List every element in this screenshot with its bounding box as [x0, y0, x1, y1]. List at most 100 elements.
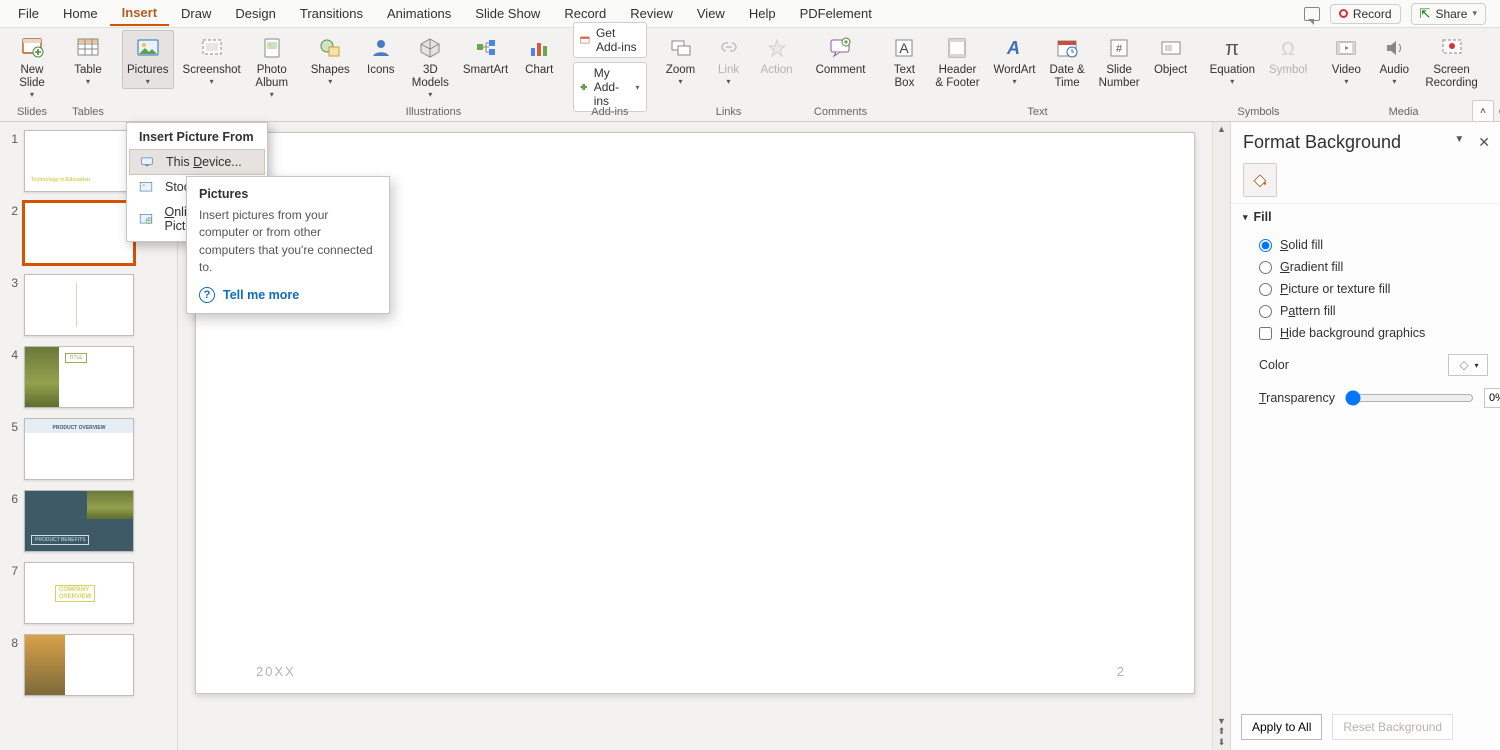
group-illustrations: Shapes▾ Icons 3D Models▾ SmartArt Chart …	[300, 28, 567, 121]
thumbnail-7[interactable]: 7COMPANYOVERVIEW	[4, 562, 173, 624]
tell-me-more-link[interactable]: ? Tell me more	[199, 287, 377, 303]
textbox-button[interactable]: AText Box	[882, 30, 926, 93]
cameo-button[interactable]: Cameo▾	[1495, 30, 1500, 89]
scroll-down-icon[interactable]: ▼	[1217, 716, 1226, 726]
gradient-fill-radio[interactable]: Gradient fill	[1259, 256, 1494, 278]
next-slide-icon[interactable]: ⬇	[1218, 737, 1226, 748]
tab-draw[interactable]: Draw	[169, 2, 223, 25]
svg-text:Ω: Ω	[1281, 39, 1294, 59]
new-slide-icon	[18, 35, 46, 61]
slide-number-icon: #	[1105, 35, 1133, 61]
equation-button[interactable]: πEquation▾	[1205, 30, 1260, 89]
header-footer-icon	[943, 35, 971, 61]
thumbnail-3[interactable]: 3	[4, 274, 173, 336]
tab-view[interactable]: View	[685, 2, 737, 25]
apply-all-button[interactable]: Apply to All	[1241, 714, 1322, 740]
pane-close-icon[interactable]: ✕	[1478, 134, 1490, 151]
comments-icon[interactable]	[1304, 7, 1320, 21]
new-slide-button[interactable]: New Slide▾	[10, 30, 54, 103]
datetime-icon	[1053, 35, 1081, 61]
tab-design[interactable]: Design	[223, 2, 287, 25]
group-slides: New Slide▾ Slides	[4, 28, 60, 121]
object-button[interactable]: Object	[1149, 30, 1193, 80]
tab-animations[interactable]: Animations	[375, 2, 463, 25]
device-icon	[138, 154, 156, 170]
datetime-button[interactable]: Date & Time	[1045, 30, 1090, 93]
thumbnail-8[interactable]: 8	[4, 634, 173, 696]
hide-bg-checkbox[interactable]: Hide background graphics	[1259, 322, 1494, 344]
screenshot-icon	[198, 35, 226, 61]
svg-text:A: A	[1006, 38, 1020, 58]
canvas-scrollbar[interactable]: ▲ ▼ ⬆ ⬇	[1212, 122, 1230, 750]
ribbon: New Slide▾ Slides Table▾ Tables Pictures…	[0, 28, 1500, 122]
transparency-slider[interactable]	[1345, 390, 1474, 406]
action-button[interactable]: Action	[755, 30, 799, 80]
shapes-button[interactable]: Shapes▾	[306, 30, 355, 89]
tab-pdfelement[interactable]: PDFelement	[788, 2, 884, 25]
slide-number-button[interactable]: #Slide Number	[1094, 30, 1145, 93]
tab-insert[interactable]: Insert	[110, 1, 169, 26]
photo-album-icon	[258, 35, 286, 61]
record-button[interactable]: Record	[1330, 4, 1401, 24]
tab-slideshow[interactable]: Slide Show	[463, 2, 552, 25]
solid-fill-radio[interactable]: Solid fill	[1259, 234, 1494, 256]
screen-recording-button[interactable]: Screen Recording	[1420, 30, 1482, 93]
pane-options-icon[interactable]: ▼	[1454, 134, 1464, 151]
get-addins-button[interactable]: Get Add-ins	[573, 22, 646, 58]
table-button[interactable]: Table▾	[66, 30, 110, 89]
pattern-fill-radio[interactable]: Pattern fill	[1259, 300, 1494, 322]
group-slides-label: Slides	[17, 104, 47, 120]
tab-transitions[interactable]: Transitions	[288, 2, 375, 25]
video-icon	[1332, 35, 1360, 61]
group-illustrations-label: Illustrations	[406, 104, 462, 120]
fill-tool-icon[interactable]	[1243, 163, 1277, 197]
comment-button[interactable]: Comment	[811, 30, 871, 80]
pane-title: Format Background	[1243, 132, 1401, 153]
fill-section-toggle[interactable]: ▾Fill	[1231, 203, 1500, 230]
link-button[interactable]: Link▾	[707, 30, 751, 89]
group-media-label: Media	[1389, 104, 1419, 120]
icons-button[interactable]: Icons	[359, 30, 403, 80]
scroll-up-icon[interactable]: ▲	[1217, 124, 1226, 134]
share-button[interactable]: ⇱Share▾	[1411, 3, 1486, 25]
color-picker-button[interactable]: ▾	[1448, 354, 1488, 376]
group-comments: Comment Comments	[805, 28, 877, 121]
photo-album-button[interactable]: Photo Album▾	[250, 30, 294, 103]
color-label: Color	[1259, 358, 1289, 372]
tab-file[interactable]: File	[6, 2, 51, 25]
screenshot-button[interactable]: Screenshot▾	[178, 30, 246, 89]
wordart-button[interactable]: AWordArt▾	[989, 30, 1041, 89]
header-footer-button[interactable]: Header & Footer	[930, 30, 984, 93]
this-device-item[interactable]: This Device...	[129, 149, 265, 175]
video-button[interactable]: Video▾	[1324, 30, 1368, 89]
group-addins: Get Add-ins My Add-ins▾ Add-ins	[567, 28, 652, 121]
prev-slide-icon[interactable]: ⬆	[1218, 726, 1226, 737]
pictures-button[interactable]: Pictures▾	[122, 30, 174, 89]
group-tables-label: Tables	[72, 104, 104, 120]
audio-button[interactable]: Audio▾	[1372, 30, 1416, 89]
zoom-button[interactable]: Zoom▾	[659, 30, 703, 89]
chart-button[interactable]: Chart	[517, 30, 561, 80]
thumbnail-6[interactable]: 6PRODUCT BENEFITS	[4, 490, 173, 552]
thumbnail-5[interactable]: 5PRODUCT OVERVIEW	[4, 418, 173, 480]
tab-help[interactable]: Help	[737, 2, 788, 25]
tab-home[interactable]: Home	[51, 2, 110, 25]
svg-text:#: #	[1116, 43, 1123, 55]
table-icon	[74, 35, 102, 61]
transparency-input[interactable]	[1484, 388, 1500, 408]
slide-footer-right: 2	[1117, 664, 1124, 679]
fill-options: Solid fill Gradient fill Picture or text…	[1231, 230, 1500, 348]
slide-footer-left: 20XX	[256, 664, 296, 679]
reset-background-button[interactable]: Reset Background	[1332, 714, 1453, 740]
collapse-ribbon-button[interactable]: ˄	[1472, 100, 1494, 122]
wordart-icon: A	[1001, 35, 1029, 61]
tooltip-body: Insert pictures from your computer or fr…	[199, 207, 377, 277]
symbol-button[interactable]: ΩSymbol	[1264, 30, 1312, 80]
screen-recording-icon	[1438, 35, 1466, 61]
transparency-label: Transparency	[1259, 391, 1335, 405]
picture-fill-radio[interactable]: Picture or texture fill	[1259, 278, 1494, 300]
thumbnail-4[interactable]: 4TITLE	[4, 346, 173, 408]
smartart-button[interactable]: SmartArt	[458, 30, 513, 80]
icons-icon	[367, 35, 395, 61]
3d-models-button[interactable]: 3D Models▾	[407, 30, 454, 103]
